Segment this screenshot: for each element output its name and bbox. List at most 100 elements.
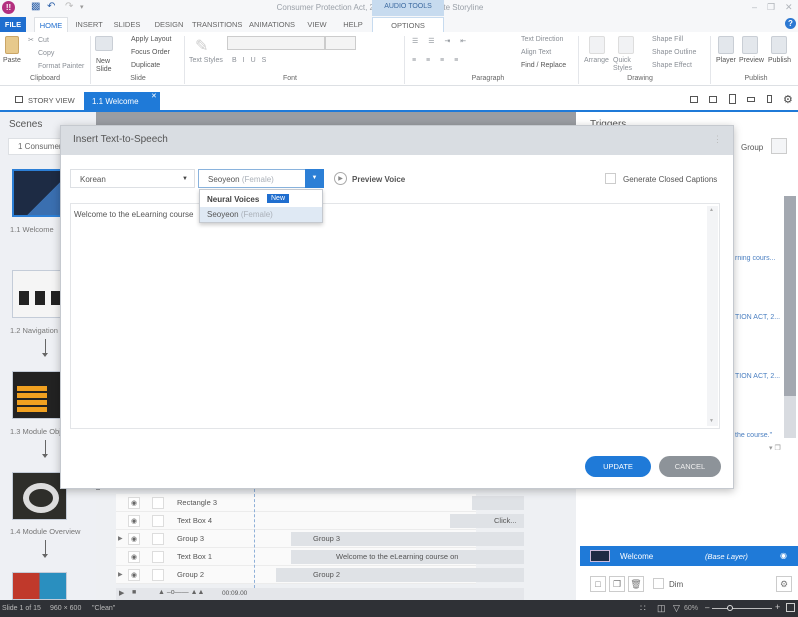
slide-view-icon[interactable]: ◫ bbox=[657, 603, 666, 614]
play-preview-icon[interactable]: ▶ bbox=[334, 172, 347, 185]
timeline-zoom-slider[interactable]: ▲ –o—— ▲▲ bbox=[158, 589, 204, 596]
preview-button[interactable]: Preview bbox=[739, 57, 764, 64]
speech-text-input[interactable]: Welcome to the eLearning course bbox=[70, 203, 720, 429]
tab-file[interactable]: FILE bbox=[0, 17, 26, 32]
timeline-row[interactable] bbox=[116, 512, 476, 530]
playhead-line[interactable] bbox=[254, 489, 255, 593]
desktop-view-icon[interactable] bbox=[690, 96, 698, 103]
player-icon[interactable] bbox=[718, 36, 734, 54]
tab-transitions[interactable]: TRANSITIONS bbox=[192, 17, 242, 32]
phone-landscape-icon[interactable] bbox=[747, 97, 755, 102]
new-layer-icon[interactable]: □ bbox=[590, 576, 606, 592]
minimize-icon[interactable]: – bbox=[752, 2, 757, 12]
new-slide-button[interactable]: New Slide bbox=[96, 58, 116, 74]
paste-icon[interactable] bbox=[5, 36, 19, 54]
close-window-icon[interactable]: ✕ bbox=[785, 2, 793, 13]
duplicate-button[interactable]: Duplicate bbox=[131, 62, 160, 69]
lock-toggle[interactable] bbox=[152, 569, 164, 581]
cut-icon[interactable]: ✂ bbox=[28, 36, 34, 44]
group-button[interactable]: Group bbox=[741, 143, 763, 152]
quick-styles-button[interactable]: Quick Styles bbox=[613, 57, 637, 73]
dim-checkbox[interactable] bbox=[653, 578, 664, 589]
triggers-scroll-thumb[interactable] bbox=[784, 196, 796, 396]
timeline-row[interactable] bbox=[116, 494, 476, 512]
chevron-down-icon[interactable]: ▼ bbox=[182, 176, 188, 182]
update-button[interactable]: UPDATE bbox=[585, 456, 651, 477]
trigger-item[interactable]: rning cours... bbox=[735, 255, 780, 262]
close-tab-icon[interactable]: ✕ bbox=[151, 92, 157, 100]
lock-toggle[interactable] bbox=[152, 551, 164, 563]
layer-row-base[interactable] bbox=[580, 546, 798, 566]
find-replace-button[interactable]: Find / Replace bbox=[521, 62, 566, 69]
tab-help[interactable]: HELP bbox=[340, 17, 366, 32]
expand-icon[interactable]: ▶ bbox=[118, 571, 123, 578]
slide-tab-welcome[interactable]: 1.1 Welcome bbox=[84, 92, 160, 111]
visibility-eye-icon[interactable]: ◉ bbox=[128, 551, 140, 563]
cancel-button[interactable]: CANCEL bbox=[659, 456, 721, 477]
lock-toggle[interactable] bbox=[152, 515, 164, 527]
text-scrollbar[interactable] bbox=[707, 206, 718, 426]
lock-toggle[interactable] bbox=[152, 533, 164, 545]
group-icon[interactable] bbox=[771, 138, 787, 154]
alignment-buttons[interactable]: ≡ ≡ ≡ ≡ bbox=[412, 57, 462, 64]
zoom-slider[interactable] bbox=[712, 608, 772, 609]
text-styles-icon[interactable]: ✎ bbox=[195, 36, 208, 56]
scene-selector[interactable]: 1 Consumer bbox=[8, 138, 68, 155]
tablet-portrait-icon[interactable] bbox=[729, 94, 736, 104]
preview-icon[interactable] bbox=[742, 36, 758, 54]
voice-dropdown-chevron-icon[interactable]: ▼ bbox=[305, 169, 324, 188]
timeline-bar[interactable]: Click... bbox=[450, 514, 524, 528]
restore-icon[interactable]: ❐ bbox=[767, 2, 775, 13]
slide-thumbnail[interactable] bbox=[12, 572, 67, 600]
tab-slides[interactable]: SLIDES bbox=[112, 17, 142, 32]
align-text-button[interactable]: Align Text bbox=[521, 49, 551, 56]
text-styles-button[interactable]: Text Styles bbox=[189, 57, 223, 64]
shape-fill-button[interactable]: Shape Fill bbox=[652, 36, 683, 43]
player-button[interactable]: Player bbox=[716, 57, 736, 64]
font-name-select[interactable] bbox=[227, 36, 325, 50]
visibility-eye-icon[interactable]: ◉ bbox=[128, 533, 140, 545]
lock-toggle[interactable] bbox=[152, 497, 164, 509]
help-icon[interactable]: ? bbox=[785, 18, 796, 29]
quick-styles-icon[interactable] bbox=[618, 36, 634, 54]
closed-captions-label[interactable]: Generate Closed Captions bbox=[623, 175, 717, 184]
layer-visibility-eye-icon[interactable]: ◉ bbox=[780, 551, 787, 560]
fit-to-window-icon[interactable] bbox=[786, 603, 795, 612]
slide-thumbnail[interactable] bbox=[12, 472, 67, 520]
duplicate-layer-icon[interactable]: ❐ bbox=[609, 576, 625, 592]
cut-button[interactable]: Cut bbox=[38, 37, 49, 44]
trigger-item[interactable]: the course." bbox=[735, 432, 780, 439]
stop-icon[interactable]: ■ bbox=[132, 589, 136, 596]
visibility-eye-icon[interactable]: ◉ bbox=[128, 569, 140, 581]
expand-icon[interactable]: ▶ bbox=[118, 535, 123, 542]
paste-button[interactable]: Paste bbox=[3, 57, 21, 64]
font-size-select[interactable] bbox=[325, 36, 356, 50]
trigger-item[interactable]: TION ACT, 2... bbox=[735, 373, 780, 380]
slide-thumbnail[interactable] bbox=[12, 371, 67, 419]
visibility-eye-icon[interactable]: ◉ bbox=[128, 515, 140, 527]
shape-outline-button[interactable]: Shape Outline bbox=[652, 49, 696, 56]
closed-captions-checkbox[interactable] bbox=[605, 173, 616, 184]
publish-button[interactable]: Publish bbox=[768, 57, 791, 64]
slide-thumbnail[interactable] bbox=[12, 169, 67, 217]
settings-gear-icon[interactable]: ⚙ bbox=[783, 93, 793, 106]
shape-effect-button[interactable]: Shape Effect bbox=[652, 62, 692, 69]
voice-option[interactable]: Seoyeon (Female) bbox=[200, 207, 322, 222]
text-direction-button[interactable]: Text Direction bbox=[521, 36, 563, 43]
tab-insert[interactable]: INSERT bbox=[74, 17, 104, 32]
scroll-down-icon[interactable]: ▼ bbox=[709, 418, 714, 424]
list-buttons[interactable]: ☰ ☰ ⇥ ⇤ bbox=[412, 37, 470, 45]
font-format-buttons[interactable]: BIUS bbox=[232, 57, 272, 64]
tablet-landscape-icon[interactable] bbox=[709, 96, 717, 103]
normal-view-icon[interactable]: ∷ bbox=[640, 603, 646, 614]
visibility-eye-icon[interactable]: ◉ bbox=[128, 497, 140, 509]
timeline-bar[interactable]: Group 2 bbox=[276, 568, 524, 582]
tab-design[interactable]: DESIGN bbox=[152, 17, 186, 32]
focus-order-button[interactable]: Focus Order bbox=[131, 49, 170, 56]
timeline-bar[interactable] bbox=[472, 496, 524, 510]
zoom-slider-handle[interactable] bbox=[727, 605, 733, 611]
phone-portrait-icon[interactable] bbox=[767, 95, 772, 103]
arrange-icon[interactable] bbox=[589, 36, 605, 54]
trigger-item[interactable]: TION ACT, 2... bbox=[735, 314, 780, 321]
layer-settings-gear-icon[interactable]: ⚙ bbox=[776, 576, 792, 592]
